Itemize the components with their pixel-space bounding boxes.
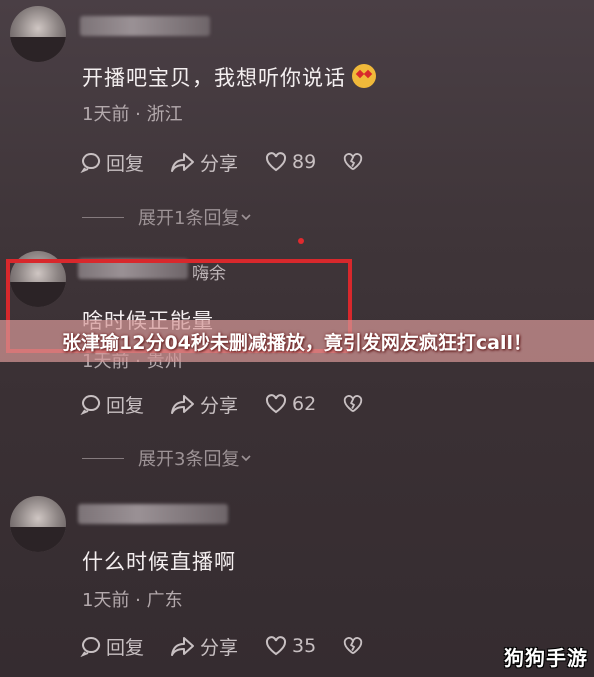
chevron-down-icon bbox=[241, 214, 252, 221]
broken-heart-icon bbox=[344, 395, 363, 413]
share-button[interactable]: 分享 bbox=[170, 633, 238, 660]
username-blurred[interactable] bbox=[80, 16, 210, 36]
share-button[interactable]: 分享 bbox=[170, 149, 238, 176]
dislike-button[interactable] bbox=[342, 151, 368, 173]
dislike-button[interactable] bbox=[342, 635, 368, 657]
watermark: 狗狗手游 bbox=[504, 646, 588, 670]
comment-actions: 回复 分享 35 bbox=[80, 632, 394, 660]
share-arrow-icon bbox=[171, 395, 195, 414]
speech-bubble-icon bbox=[80, 395, 100, 415]
share-arrow-icon bbox=[171, 637, 195, 656]
username-blurred[interactable] bbox=[78, 504, 228, 524]
reply-button[interactable]: 回复 bbox=[80, 633, 144, 660]
divider bbox=[82, 216, 124, 218]
red-marker bbox=[298, 238, 304, 244]
chevron-down-icon bbox=[241, 455, 252, 462]
dislike-button[interactable] bbox=[342, 393, 368, 415]
reply-button[interactable]: 回复 bbox=[80, 149, 144, 176]
speech-bubble-icon bbox=[80, 153, 100, 173]
star-eyes-emoji-icon bbox=[352, 64, 376, 88]
comment-meta: 1天前 · 浙江 bbox=[82, 104, 183, 125]
heart-icon bbox=[266, 636, 287, 656]
heart-icon bbox=[266, 152, 287, 172]
comment-text: 开播吧宝贝，我想听你说话 bbox=[82, 62, 376, 92]
reply-button[interactable]: 回复 bbox=[80, 391, 144, 418]
comment-meta: 1天前 · 广东 bbox=[82, 590, 183, 611]
comment-actions: 回复 分享 62 bbox=[80, 390, 394, 418]
broken-heart-icon bbox=[344, 637, 363, 655]
broken-heart-icon bbox=[344, 153, 363, 171]
comment-text: 什么时候直播啊 bbox=[82, 550, 236, 574]
share-button[interactable]: 分享 bbox=[170, 391, 238, 418]
comment-actions: 回复 分享 89 bbox=[80, 148, 394, 176]
like-button[interactable]: 89 bbox=[264, 151, 316, 173]
banner-text: 张津瑜12分04秒未删减播放，竟引发网友疯狂打call！ bbox=[62, 331, 532, 354]
divider bbox=[82, 457, 124, 459]
speech-bubble-icon bbox=[80, 637, 100, 657]
expand-replies-button[interactable]: 展开1条回复 bbox=[82, 204, 253, 230]
avatar[interactable] bbox=[10, 6, 66, 62]
like-button[interactable]: 62 bbox=[264, 393, 316, 415]
title-banner: 张津瑜12分04秒未删减播放，竟引发网友疯狂打call！ bbox=[0, 320, 594, 362]
like-button[interactable]: 35 bbox=[264, 635, 316, 657]
comment-1: 开播吧宝贝，我想听你说话 1天前 · 浙江 回复 分享 89 展开1条回复 bbox=[0, 0, 594, 240]
expand-replies-button[interactable]: 展开3条回复 bbox=[82, 445, 253, 471]
avatar[interactable] bbox=[10, 496, 66, 552]
share-arrow-icon bbox=[171, 153, 195, 172]
heart-icon bbox=[266, 394, 287, 414]
